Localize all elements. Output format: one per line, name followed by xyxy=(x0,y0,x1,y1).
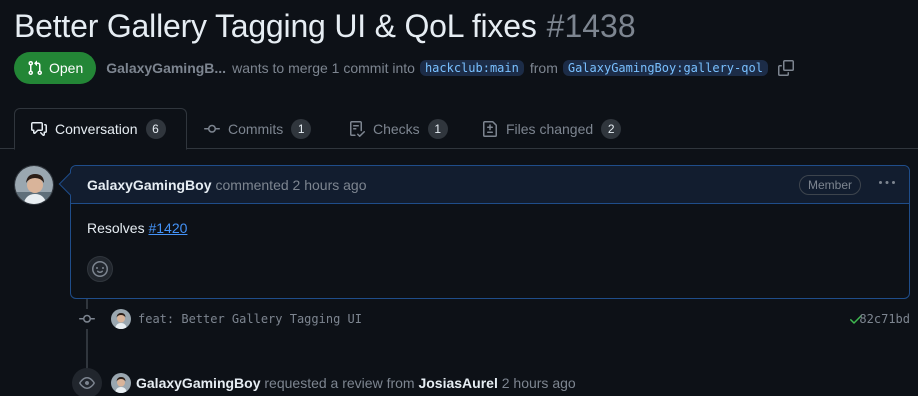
state-badge: Open xyxy=(14,52,97,84)
comment-header: GalaxyGamingBoy commented 2 hours ago Me… xyxy=(58,166,909,204)
state-label: Open xyxy=(49,60,84,76)
tab-label: Checks xyxy=(373,120,420,137)
review-target[interactable]: JosiasAurel xyxy=(418,375,497,391)
pr-title: Better Gallery Tagging UI & QoL fixes xyxy=(14,7,537,44)
pr-meta: Open GalaxyGamingB... wants to merge 1 c… xyxy=(14,52,794,84)
tab-counter: 1 xyxy=(427,118,448,139)
comment-body: Resolves #1420 xyxy=(71,204,909,236)
merge-text: wants to merge 1 commit into xyxy=(232,60,415,76)
pr-tabs: Conversation 6 Commits 1 Checks 1 Files … xyxy=(0,108,918,150)
member-badge: Member xyxy=(798,175,861,195)
file-diff-icon xyxy=(483,120,497,137)
checklist-icon xyxy=(350,120,365,137)
commit-sha[interactable]: 82c71bd xyxy=(859,312,910,326)
comment-author[interactable]: GalaxyGamingBoy xyxy=(87,177,212,193)
git-commit-icon xyxy=(204,124,220,133)
avatar[interactable] xyxy=(111,309,131,329)
eye-icon xyxy=(72,368,102,396)
git-pull-request-icon xyxy=(28,60,43,76)
tab-label: Files changed xyxy=(506,120,594,137)
avatar[interactable] xyxy=(111,373,131,393)
pr-author-link[interactable]: GalaxyGamingB... xyxy=(106,60,226,76)
base-branch[interactable]: hackclub:main xyxy=(419,60,524,76)
commit-message[interactable]: feat: Better Gallery Tagging UI xyxy=(138,312,362,326)
review-action: requested a review from xyxy=(264,375,415,391)
git-commit-icon xyxy=(78,309,96,329)
tab-checks[interactable]: Checks 1 xyxy=(333,108,464,149)
comment-timestamp[interactable]: commented 2 hours ago xyxy=(216,177,367,193)
comment-box: GalaxyGamingBoy commented 2 hours ago Me… xyxy=(58,165,910,299)
pr-number: #1438 xyxy=(546,7,636,44)
tab-counter: 6 xyxy=(145,119,166,139)
head-branch[interactable]: GalaxyGamingBoy:gallery-qol xyxy=(562,60,768,76)
smiley-icon[interactable] xyxy=(87,256,113,282)
timeline-commit: feat: Better Gallery Tagging UI 82c71bd xyxy=(70,306,910,332)
tab-commits[interactable]: Commits 1 xyxy=(188,108,327,149)
tab-counter: 1 xyxy=(291,118,312,139)
avatar[interactable] xyxy=(14,165,54,205)
from-text: from xyxy=(529,60,558,76)
review-actor[interactable]: GalaxyGamingBoy xyxy=(136,375,261,391)
comment-discussion-icon xyxy=(31,122,47,136)
comment-text: Resolves xyxy=(87,220,145,236)
pr-title-row: Better Gallery Tagging UI & QoL fixes #1… xyxy=(14,4,636,48)
review-request-text: GalaxyGamingBoy requested a review from … xyxy=(136,375,576,391)
timeline-review-request: GalaxyGamingBoy requested a review from … xyxy=(70,368,910,396)
tab-label: Conversation xyxy=(55,121,138,137)
tab-files-changed[interactable]: Files changed 2 xyxy=(466,108,637,149)
kebab-horizontal-icon[interactable] xyxy=(879,175,895,191)
copy-icon[interactable] xyxy=(777,60,794,76)
tab-label: Commits xyxy=(228,120,284,137)
tab-counter: 2 xyxy=(601,118,622,139)
issue-link[interactable]: #1420 xyxy=(148,220,187,236)
review-time[interactable]: 2 hours ago xyxy=(502,375,576,391)
comment-caret xyxy=(58,172,82,196)
tab-conversation[interactable]: Conversation 6 xyxy=(14,108,187,150)
